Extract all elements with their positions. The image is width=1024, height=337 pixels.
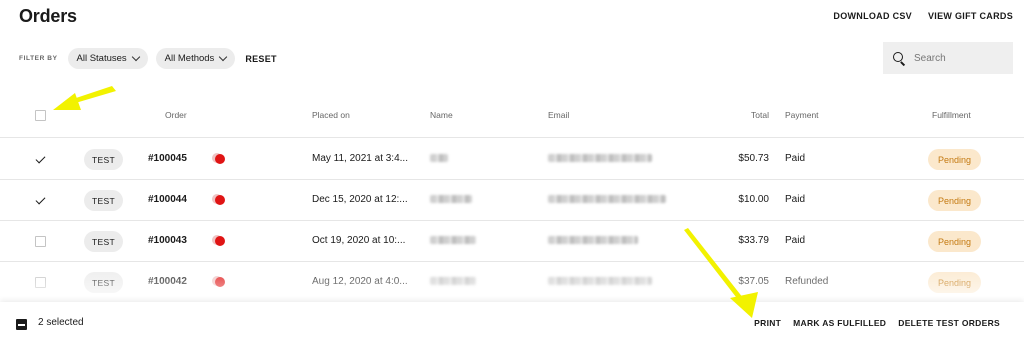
payment-status: Paid <box>785 235 806 246</box>
select-all-checkbox[interactable] <box>35 110 46 121</box>
order-total: $37.05 <box>738 276 769 287</box>
order-total: $33.79 <box>738 235 769 246</box>
placed-on: Dec 15, 2020 at 12:... <box>312 194 408 205</box>
row-checkbox[interactable] <box>35 154 46 165</box>
selected-count: 2 selected <box>38 317 84 328</box>
filter-bar: FILTER BY All Statuses All Methods RESET <box>19 48 277 69</box>
placed-on: Oct 19, 2020 at 10:... <box>312 235 406 246</box>
redacted-name <box>430 277 476 285</box>
order-total: $10.00 <box>738 194 769 205</box>
table-row[interactable]: TEST #100042 Aug 12, 2020 at 4:0... $37.… <box>0 262 1024 303</box>
redacted-name <box>430 236 476 244</box>
status-dot-icon <box>212 194 226 206</box>
order-number[interactable]: #100044 <box>148 194 187 205</box>
top-actions: DOWNLOAD CSV VIEW GIFT CARDS <box>833 11 1013 21</box>
redacted-email <box>548 277 652 285</box>
column-header-total[interactable]: Total <box>709 110 769 120</box>
search-box[interactable] <box>883 42 1013 74</box>
payment-status: Refunded <box>785 276 829 287</box>
column-header-email[interactable]: Email <box>548 110 569 120</box>
fulfillment-badge: Pending <box>928 231 981 252</box>
redacted-email <box>548 154 652 162</box>
table-row[interactable]: TEST #100044 Dec 15, 2020 at 12:... $10.… <box>0 180 1024 221</box>
print-button[interactable]: PRINT <box>754 318 781 328</box>
row-checkbox[interactable] <box>35 236 46 247</box>
delete-test-orders-button[interactable]: DELETE TEST ORDERS <box>898 318 1000 328</box>
deselect-all-checkbox[interactable] <box>16 319 27 330</box>
chevron-down-icon <box>219 52 228 62</box>
redacted-email <box>548 236 638 244</box>
bulk-actions: PRINT MARK AS FULFILLED DELETE TEST ORDE… <box>754 318 1000 328</box>
placed-on: Aug 12, 2020 at 4:0... <box>312 276 408 287</box>
table-header: Order Placed on Name Email Total Payment… <box>0 100 1024 138</box>
method-filter-dropdown[interactable]: All Methods <box>155 48 236 69</box>
page-title: Orders <box>19 6 77 26</box>
placed-on: May 11, 2021 at 3:4... <box>312 153 408 164</box>
status-dot-icon <box>212 276 226 288</box>
reset-filters-button[interactable]: RESET <box>245 54 277 64</box>
chevron-down-icon <box>131 52 140 62</box>
download-csv-link[interactable]: DOWNLOAD CSV <box>833 11 912 21</box>
table-row[interactable]: TEST #100043 Oct 19, 2020 at 10:... $33.… <box>0 221 1024 262</box>
test-badge: TEST <box>84 190 123 211</box>
redacted-email <box>548 195 666 203</box>
column-header-payment[interactable]: Payment <box>785 110 819 120</box>
status-filter-value: All Statuses <box>76 53 127 64</box>
order-number[interactable]: #100042 <box>148 276 187 287</box>
bulk-action-bar: 2 selected PRINT MARK AS FULFILLED DELET… <box>0 302 1024 337</box>
payment-status: Paid <box>785 153 806 164</box>
status-filter-dropdown[interactable]: All Statuses <box>67 48 148 69</box>
order-total: $50.73 <box>738 153 769 164</box>
mark-as-fulfilled-button[interactable]: MARK AS FULFILLED <box>793 318 886 328</box>
redacted-name <box>430 195 472 203</box>
filter-by-label: FILTER BY <box>19 55 58 62</box>
status-dot-icon <box>212 235 226 247</box>
column-header-placed-on[interactable]: Placed on <box>312 110 350 120</box>
column-header-fulfillment[interactable]: Fulfillment <box>932 110 971 120</box>
column-header-name[interactable]: Name <box>430 110 453 120</box>
search-icon <box>893 52 905 64</box>
search-input[interactable] <box>914 52 1004 64</box>
column-header-order[interactable]: Order <box>165 110 187 120</box>
fulfillment-badge: Pending <box>928 272 981 293</box>
method-filter-value: All Methods <box>164 53 215 64</box>
payment-status: Paid <box>785 194 806 205</box>
view-gift-cards-link[interactable]: VIEW GIFT CARDS <box>928 11 1013 21</box>
order-number[interactable]: #100045 <box>148 153 187 164</box>
status-dot-icon <box>212 153 226 165</box>
test-badge: TEST <box>84 231 123 252</box>
test-badge: TEST <box>84 149 123 170</box>
fulfillment-badge: Pending <box>928 149 981 170</box>
test-badge: TEST <box>84 272 123 293</box>
row-checkbox[interactable] <box>35 277 46 288</box>
row-checkbox[interactable] <box>35 195 46 206</box>
table-row[interactable]: TEST #100045 May 11, 2021 at 3:4... $50.… <box>0 139 1024 180</box>
fulfillment-badge: Pending <box>928 190 981 211</box>
order-number[interactable]: #100043 <box>148 235 187 246</box>
redacted-name <box>430 154 448 162</box>
